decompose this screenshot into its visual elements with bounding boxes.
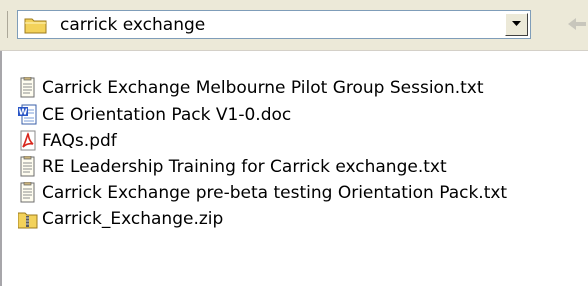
back-arrow-icon: [568, 18, 586, 30]
toolbar-separator: [7, 11, 8, 38]
file-name: Carrick Exchange pre-beta testing Orient…: [42, 183, 508, 203]
file-name: CE Orientation Pack V1-0.doc: [42, 105, 292, 125]
text-file-icon: [18, 181, 38, 204]
text-file-icon: [18, 155, 38, 178]
pdf-file-icon: [18, 130, 38, 152]
file-name: Carrick_Exchange.zip: [42, 209, 224, 229]
svg-text:W: W: [19, 108, 28, 117]
address-dropdown-button[interactable]: [505, 13, 528, 36]
address-text[interactable]: carrick exchange: [60, 15, 205, 35]
word-document-icon: W: [18, 104, 38, 126]
address-combobox[interactable]: carrick exchange: [17, 10, 531, 39]
folder-icon: [24, 16, 48, 34]
file-list-pane: Carrick Exchange Melbourne Pilot Group S…: [0, 51, 588, 286]
back-button[interactable]: [562, 10, 588, 38]
file-name: FAQs.pdf: [42, 131, 117, 151]
file-name: RE Leadership Training for Carrick excha…: [42, 157, 447, 177]
address-toolbar: carrick exchange: [0, 0, 588, 51]
zip-folder-icon: [17, 208, 38, 230]
pane-left-border: [0, 51, 2, 286]
file-name: Carrick Exchange Melbourne Pilot Group S…: [42, 78, 484, 98]
text-file-icon: [18, 76, 38, 99]
dropdown-arrow-icon: [512, 21, 521, 26]
